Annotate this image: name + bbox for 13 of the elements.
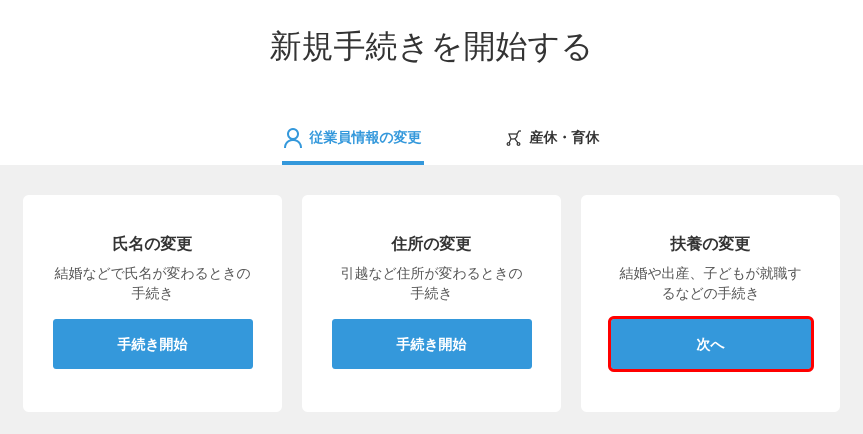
action-button[interactable]: 次へ	[610, 319, 810, 369]
card-description: 結婚や出産、子どもが就職す るなどの手続き	[620, 264, 802, 303]
person-icon	[284, 128, 302, 148]
card-title: 住所の変更	[392, 234, 472, 255]
stroller-icon	[506, 130, 522, 146]
card-title: 扶養の変更	[670, 234, 750, 255]
action-button[interactable]: 手続き開始	[332, 319, 532, 369]
card-description: 結婚などで氏名が変わるときの 手続き	[54, 264, 250, 303]
card-title: 氏名の変更	[112, 234, 192, 255]
action-button[interactable]: 手続き開始	[52, 319, 252, 369]
tab[interactable]: 産休・育休	[504, 120, 602, 165]
card-description: 引越など住所が変わるときの 手続き	[340, 264, 522, 303]
page-title: 新規手続きを開始する	[268, 27, 594, 66]
